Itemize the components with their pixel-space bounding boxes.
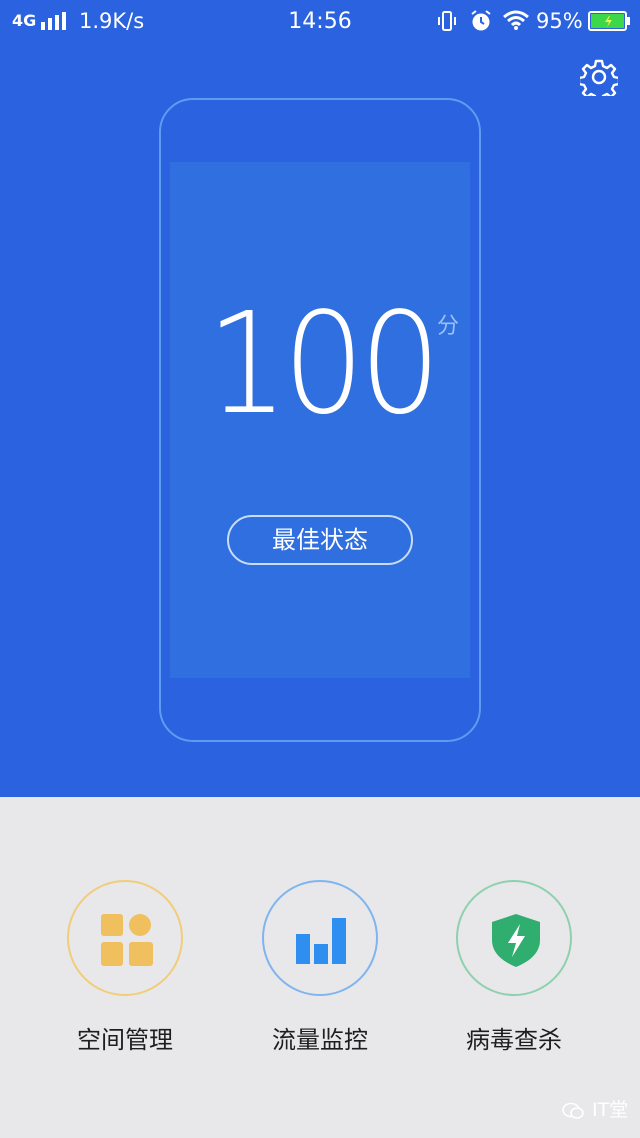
status-bar: 4G 1.9K/s 14:56 95%	[0, 0, 640, 44]
settings-gear-icon[interactable]	[580, 58, 618, 96]
alarm-icon	[471, 10, 491, 31]
traffic-monitor-circle[interactable]	[262, 880, 378, 996]
score-value: 100	[206, 283, 441, 446]
blocks-icon	[101, 914, 153, 966]
watermark: IT堂	[562, 1095, 628, 1122]
bar-chart-icon	[296, 918, 346, 964]
virus-scan-label: 病毒查杀	[466, 1026, 562, 1054]
traffic-monitor-tool[interactable]: 流量监控	[262, 880, 378, 1055]
score-unit: 分	[437, 314, 460, 339]
virus-scan-circle[interactable]	[456, 880, 572, 996]
traffic-monitor-label: 流量监控	[272, 1026, 368, 1054]
battery-icon	[588, 11, 630, 31]
space-management-label: 空间管理	[77, 1026, 173, 1054]
space-management-circle[interactable]	[67, 880, 183, 996]
watermark-text: IT堂	[592, 1099, 629, 1121]
battery-percent: 95%	[536, 9, 583, 33]
optimal-status-button[interactable]: 最佳状态	[227, 515, 413, 565]
wifi-icon	[503, 10, 529, 30]
virus-scan-tool[interactable]: 病毒查杀	[456, 880, 572, 1055]
chat-bubble-icon	[562, 1102, 584, 1119]
space-management-tool[interactable]: 空间管理	[67, 880, 183, 1055]
vibrate-icon	[438, 11, 456, 31]
shield-bolt-icon	[492, 914, 540, 967]
